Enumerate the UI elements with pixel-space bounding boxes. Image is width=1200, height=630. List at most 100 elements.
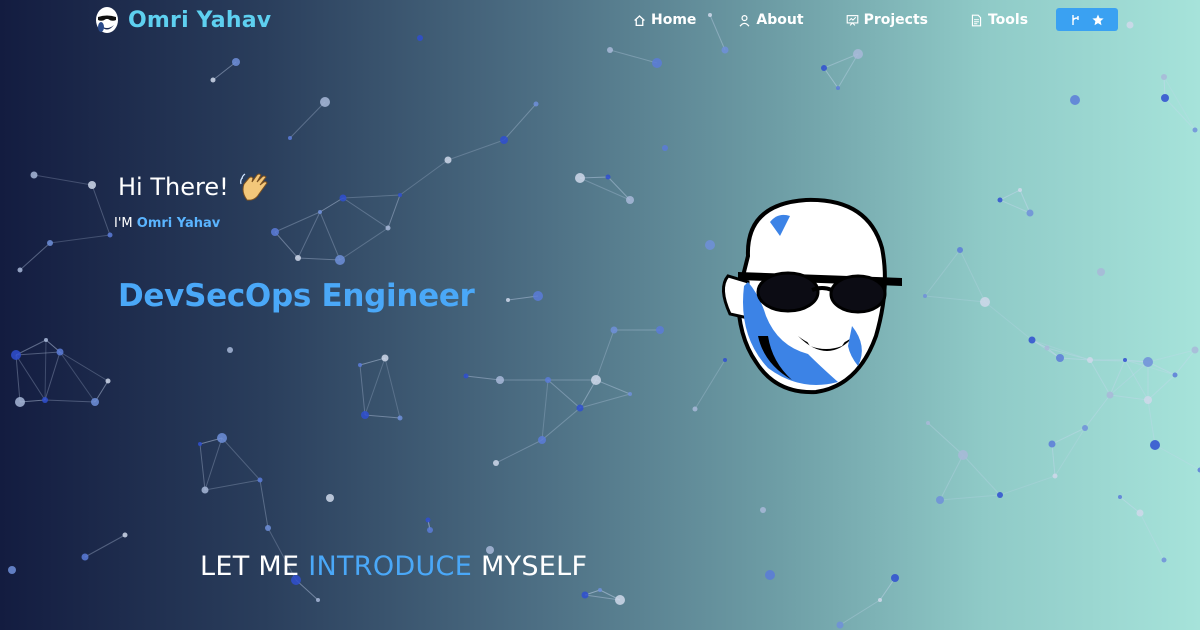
particle-node — [217, 433, 227, 443]
nav-home[interactable]: Home — [633, 12, 696, 28]
particle-node — [1161, 94, 1169, 102]
particle-link — [384, 357, 401, 419]
particle-node — [1150, 440, 1160, 450]
intro-part1: LET ME — [200, 551, 300, 582]
project-board-icon — [846, 14, 858, 26]
star-icon — [1092, 14, 1104, 25]
nav-home-label: Home — [651, 12, 697, 28]
particle-node — [425, 517, 431, 523]
particle-link — [503, 103, 537, 141]
particle-link — [1147, 399, 1156, 446]
particle-link — [359, 357, 386, 366]
github-star-button[interactable] — [1056, 8, 1119, 31]
particle-link — [1109, 359, 1126, 396]
particle-node — [397, 415, 403, 421]
particle-link — [1109, 394, 1149, 401]
particle-node — [335, 255, 345, 265]
hero-role: DevSecOps Engineer — [118, 278, 475, 314]
intro-part2: MYSELF — [480, 551, 588, 582]
particle-link — [359, 364, 366, 416]
particle-link — [221, 437, 261, 481]
particle-link — [15, 351, 61, 356]
particle-node — [533, 101, 539, 107]
particle-node — [656, 326, 664, 334]
brand[interactable]: Omri Yahav — [92, 5, 271, 35]
particle-link — [342, 194, 401, 199]
nav-tools-label: Tools — [987, 12, 1029, 28]
particle-link — [839, 599, 881, 626]
particle-node — [257, 477, 263, 483]
particle-node — [1044, 345, 1050, 351]
particle-link — [579, 393, 631, 409]
particle-node — [295, 255, 301, 261]
intro-highlight: INTRODUCE — [308, 551, 473, 582]
particle-link — [59, 351, 109, 382]
particle-link — [289, 101, 326, 139]
particle-node — [1123, 358, 1127, 362]
particle-node — [1161, 74, 1167, 80]
particle-node — [427, 527, 433, 533]
particle-node — [122, 532, 128, 538]
particle-link — [1139, 512, 1165, 561]
particle-link — [1147, 349, 1196, 363]
particle-link — [1147, 374, 1176, 401]
particle-link — [959, 249, 986, 303]
particle-node — [1097, 268, 1105, 276]
particle-link — [579, 177, 631, 201]
particle-node — [105, 378, 111, 384]
particle-link — [495, 439, 543, 464]
particle-link — [924, 295, 986, 303]
particle-link — [939, 494, 1001, 501]
particle-link — [204, 437, 223, 491]
particle-node — [385, 225, 391, 231]
particle-link — [541, 407, 581, 441]
particle-link — [1084, 394, 1111, 429]
nav-links: Home About Projects Tools — [633, 8, 1119, 31]
particle-node — [598, 588, 602, 592]
particle-node — [493, 460, 499, 466]
particle-link — [999, 189, 1021, 201]
nav-projects[interactable]: Projects — [846, 12, 928, 28]
particle-node — [936, 496, 944, 504]
particle-node — [878, 598, 882, 602]
particle-node — [381, 354, 389, 362]
nav-about[interactable]: About — [738, 12, 804, 28]
particle-link — [465, 375, 501, 381]
particle-link — [939, 454, 964, 501]
particle-node — [496, 376, 504, 384]
particle-link — [259, 479, 269, 529]
particle-link — [1164, 97, 1196, 131]
particle-node — [91, 398, 99, 406]
particle-link — [15, 354, 46, 401]
particle-link — [447, 139, 505, 161]
particle-node — [339, 194, 347, 202]
brand-name: Omri Yahav — [128, 7, 272, 33]
particle-link — [984, 301, 1033, 341]
user-icon — [739, 14, 750, 27]
particle-node — [232, 58, 240, 66]
particle-node — [1144, 396, 1152, 404]
particle-link — [999, 475, 1056, 496]
particle-link — [547, 379, 581, 409]
particle-node — [326, 494, 334, 502]
particle-node — [1082, 425, 1088, 431]
particle-node — [361, 411, 369, 419]
particle-node — [265, 525, 271, 531]
particle-node — [1161, 557, 1167, 563]
particle-node — [198, 442, 202, 446]
particle-node — [227, 347, 233, 353]
particle-node — [210, 77, 216, 83]
particle-link — [364, 414, 401, 419]
nav-tools[interactable]: Tools — [970, 12, 1028, 28]
particle-node — [958, 450, 968, 460]
particle-node — [836, 621, 844, 629]
particle-node — [1052, 473, 1058, 479]
particle-link — [49, 234, 111, 244]
particle-node — [1026, 209, 1034, 217]
particle-node — [318, 210, 322, 214]
particle-node — [615, 595, 625, 605]
particle-node — [581, 591, 589, 599]
particle-node — [576, 404, 584, 412]
particle-link — [44, 339, 47, 401]
particle-node — [1018, 188, 1022, 192]
